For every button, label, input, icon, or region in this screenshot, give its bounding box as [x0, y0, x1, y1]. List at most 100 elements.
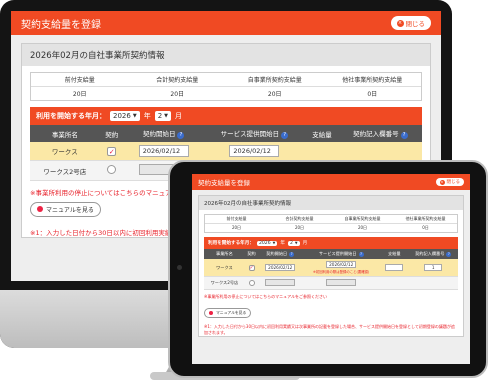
close-button[interactable]: × 閉じる — [390, 16, 431, 30]
start-month-row: 利用を開始する年月： 2026 ▼ 年 2 ▼ 月 — [30, 107, 422, 125]
column-header-label: 契約記入欄番号 — [353, 130, 399, 138]
manual-icon — [209, 311, 213, 315]
summary-value: 20日 — [170, 91, 185, 98]
service-date-input[interactable]: 2026/02/12 — [229, 145, 280, 157]
office-name: ワークス2号店 — [204, 276, 245, 290]
service-date-warning: ※初回利用の際は登録のこと(要確認) — [313, 270, 370, 274]
app-title: 契約支給量を登録 — [21, 19, 101, 31]
column-header: 契約開始日? — [258, 249, 303, 259]
supply-input[interactable] — [385, 263, 404, 271]
summary-value: 0日 — [367, 91, 378, 98]
help-icon[interactable]: ? — [289, 252, 295, 257]
chevron-down-icon: ▼ — [164, 113, 169, 119]
contract-checkbox-cell: ✓ — [99, 142, 124, 161]
chevron-down-icon: ▼ — [272, 241, 276, 245]
table-row: ワークス ✓ 2026/02/12 2026/02/12 ※初回利用の際は登録の… — [204, 259, 458, 277]
app-header: 契約支給量を登録 × 閉じる — [192, 174, 470, 190]
table-row: ワークス2号店 — [204, 276, 458, 290]
table-header-row: 事業所名 契約 契約開始日? サービス提供開始日? 支給量 契約記入欄番号? — [204, 249, 458, 259]
entry-number-cell — [408, 276, 458, 290]
summary-value: 20日 — [267, 91, 282, 98]
contract-checkbox-cell — [244, 276, 259, 290]
help-icon[interactable]: ? — [358, 252, 364, 257]
summary-value: 20日 — [357, 225, 368, 230]
column-header: 契約記入欄番号? — [408, 249, 458, 259]
summary-value: 20日 — [294, 225, 305, 230]
stop-usage-note: ※事業所利用の停止についてはこちらのマニュアルをご参照ください — [204, 294, 328, 299]
summary-header: 前付支給量 — [205, 215, 268, 224]
column-header: サービス提供開始日? — [203, 125, 306, 142]
summary-grid: 前付支給量 合計契約支給量 自事業所契約支給量 他社事業所契約支給量 20日 2… — [30, 72, 422, 101]
contract-checkbox[interactable]: ✓ — [107, 146, 117, 156]
month-select[interactable]: 2 ▼ — [154, 111, 172, 121]
close-label: 閉じる — [405, 20, 426, 28]
entry-number-cell — [338, 142, 422, 161]
entry-number-input[interactable]: 1 — [424, 264, 443, 271]
start-month-label: 利用を開始する年月： — [36, 112, 106, 120]
contract-date-cell — [258, 276, 303, 290]
column-header: 契約記入欄番号? — [338, 125, 422, 142]
month-unit: 月 — [175, 112, 183, 120]
service-date-cell: 2026/02/12 ※初回利用の際は登録のこと(要確認) — [302, 259, 381, 277]
contract-date-input[interactable]: 2026/02/12 — [265, 264, 296, 271]
summary-grid: 前付支給量 合計契約支給量 自事業所契約支給量 他社事業所契約支給量 20日 2… — [204, 214, 458, 233]
chevron-down-icon: ▼ — [132, 113, 137, 119]
contract-date-input[interactable] — [265, 279, 296, 286]
summary-value: 0日 — [422, 225, 429, 230]
column-header: 契約開始日? — [123, 125, 204, 142]
service-date-input[interactable]: 2026/02/12 — [326, 261, 357, 268]
supply-cell — [305, 142, 339, 161]
column-header: 事業所名 — [204, 249, 245, 259]
column-header: 契約 — [99, 125, 124, 142]
table-header-row: 事業所名 契約 契約開始日? サービス提供開始日? 支給量 契約記入欄番号? — [30, 125, 422, 142]
column-header: 支給量 — [305, 125, 339, 142]
close-label: 閉じる — [446, 180, 461, 185]
column-header-label: サービス提供開始日 — [318, 251, 357, 256]
column-header: 事業所名 — [30, 125, 100, 142]
month-select[interactable]: 2 ▼ — [287, 240, 300, 246]
column-header-label: サービス提供開始日 — [220, 130, 280, 138]
help-icon[interactable]: ? — [400, 132, 408, 139]
year-value: 2026 — [113, 112, 131, 120]
manual-button[interactable]: マニュアルを見る — [30, 201, 101, 217]
service-date-input[interactable] — [326, 279, 357, 286]
column-header-label: 契約記入欄番号 — [415, 251, 445, 256]
summary-header: 合計契約支給量 — [128, 73, 226, 87]
column-header: 支給量 — [380, 249, 409, 259]
contract-date-cell: 2026/02/12 — [258, 259, 303, 277]
contract-panel: 2026年02月の自社事業所契約情報 前付支給量 合計契約支給量 自事業所契約支… — [198, 195, 464, 337]
month-unit: 月 — [302, 241, 308, 246]
year-unit: 年 — [143, 112, 151, 120]
summary-header: 他社事業所契約支給量 — [323, 73, 421, 87]
close-icon: × — [396, 19, 404, 27]
contract-date-input[interactable]: 2026/02/12 — [138, 145, 189, 157]
help-icon[interactable]: ? — [446, 252, 452, 257]
year-select[interactable]: 2026 ▼ — [256, 240, 278, 246]
manual-button[interactable]: マニュアルを見る — [204, 308, 252, 318]
close-button[interactable]: × 閉じる — [435, 178, 464, 186]
app-header: 契約支給量を登録 × 閉じる — [11, 11, 441, 35]
date-note: ※1：入力した日付から30日以内に初回利用実績又は次事業所の記載を登録した場合、… — [204, 324, 455, 335]
contract-checkbox[interactable] — [107, 165, 117, 174]
contract-checkbox-cell — [99, 160, 124, 181]
service-date-cell — [302, 276, 381, 290]
summary-value: 20日 — [231, 225, 242, 230]
start-month-row: 利用を開始する年月： 2026 ▼ 年 2 ▼ 月 — [204, 237, 458, 249]
help-icon[interactable]: ? — [281, 132, 289, 139]
contract-checkbox-cell: ✓ — [244, 259, 259, 277]
office-name: ワークス — [204, 259, 245, 277]
contract-checkbox[interactable] — [248, 279, 255, 286]
year-select[interactable]: 2026 ▼ — [110, 111, 140, 121]
close-icon: × — [439, 179, 445, 185]
panel-title: 2026年02月の自社事業所契約情報 — [199, 196, 463, 210]
contract-date-cell: 2026/02/12 — [123, 142, 204, 161]
summary-header: 前付支給量 — [31, 73, 129, 87]
table-row: ワークス ✓ 2026/02/12 2026/02/12 — [30, 142, 422, 161]
office-name: ワークス2号店 — [30, 160, 100, 181]
help-icon[interactable]: ? — [177, 132, 185, 139]
contract-checkbox[interactable]: ✓ — [248, 264, 255, 271]
contract-table: 事業所名 契約 契約開始日? サービス提供開始日? 支給量 契約記入欄番号? ワ… — [204, 249, 458, 290]
manual-button-label: マニュアルを見る — [46, 206, 94, 214]
start-month-label: 利用を開始する年月： — [208, 241, 254, 246]
manual-icon — [37, 206, 43, 212]
